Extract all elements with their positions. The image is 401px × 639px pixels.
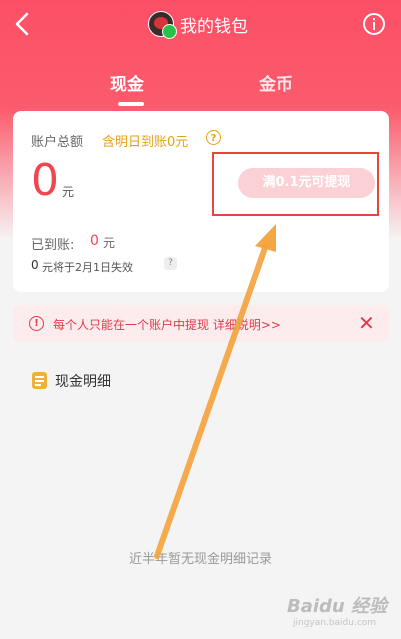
warning-icon: ! [29,316,44,331]
tab-cash[interactable]: 现金 [110,70,144,95]
expire-amount: 0 [31,258,39,272]
avatar [148,11,177,39]
watermark-logo: Baidu 经验 jingyan.baidu.com [287,592,387,628]
wechat-badge-icon [162,24,177,39]
info-icon[interactable] [362,12,386,36]
close-icon[interactable]: ✕ [358,311,375,335]
expire-text: 元将于2月1日失效 [42,261,133,274]
page-title: 我的钱包 [180,16,248,37]
watermark-url: jingyan.baidu.com [293,618,377,628]
notice-banner: ! 每个人只能在一个账户中提现 详细说明>> ✕ [13,305,389,342]
watermark-brand: Baidu 经验 [287,596,388,617]
active-tab-indicator [118,102,144,106]
cash-detail-heading: 现金明细 [55,374,111,390]
page-title-group: 我的钱包 [148,9,248,39]
document-icon [32,372,47,389]
arrived-label: 已到账: [31,238,75,253]
empty-state-text: 近半年暂无现金明细记录 [128,552,272,567]
expire-help-icon[interactable]: ? [164,257,177,270]
tab-bar: 现金 金币 [0,70,401,110]
arrived-unit: 元 [103,236,116,250]
annotation-highlight-box [212,152,379,216]
help-icon[interactable]: ? [206,130,221,145]
tab-gold-coins[interactable]: 金币 [259,70,293,95]
pending-label: 含明日到账0元 [102,135,189,150]
balance-amount: 0 [31,155,59,206]
notice-text-link[interactable]: 每个人只能在一个账户中提现 详细说明>> [53,316,281,333]
back-icon[interactable] [10,10,34,38]
arrived-amount: 0 [90,233,99,249]
total-label: 账户总额 [31,135,84,150]
balance-unit: 元 [62,185,75,199]
